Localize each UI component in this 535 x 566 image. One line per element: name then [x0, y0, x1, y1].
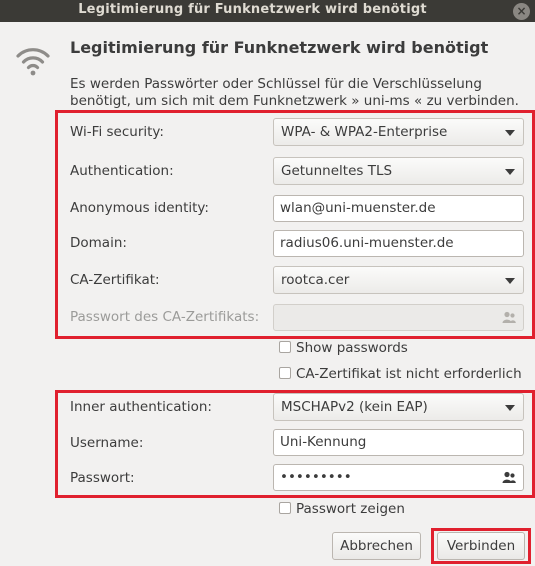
dialog-heading: Legitimierung für Funknetzwerk wird benö… [70, 38, 489, 57]
description-line-2b: « zu verbinden. [414, 93, 519, 109]
inner-auth-highlight [55, 390, 535, 498]
checkbox-box[interactable] [279, 367, 291, 379]
description-line-1: Es werden Passwörter oder Schlüssel für … [70, 76, 482, 92]
checkbox-box[interactable] [279, 341, 291, 353]
ca-not-required-label: CA-Zertifikat ist nicht erforderlich [296, 366, 522, 382]
security-settings-highlight [55, 110, 535, 339]
checkbox-box[interactable] [279, 502, 291, 514]
dialog-description: Es werden Passwörter oder Schlüssel für … [70, 76, 530, 110]
show-passwords-label: Show passwords [296, 340, 408, 356]
close-icon[interactable]: × [513, 3, 530, 20]
connect-button-highlight [431, 528, 531, 564]
ca-not-required-checkbox[interactable]: CA-Zertifikat ist nicht erforderlich [279, 366, 522, 382]
title-bar: Legitimierung für Funknetzwerk wird benö… [0, 0, 535, 22]
show-password-label: Passwort zeigen [296, 501, 405, 517]
wifi-icon [16, 48, 50, 76]
show-passwords-checkbox[interactable]: Show passwords [279, 340, 408, 356]
description-line-2a: benötigt, um sich mit dem Funknetzwerk » [70, 93, 360, 109]
cancel-button[interactable]: Abbrechen [332, 532, 421, 560]
show-password-checkbox[interactable]: Passwort zeigen [279, 501, 405, 517]
window-title: Legitimierung für Funknetzwerk wird benö… [78, 2, 427, 17]
network-name: uni-ms [363, 93, 410, 109]
